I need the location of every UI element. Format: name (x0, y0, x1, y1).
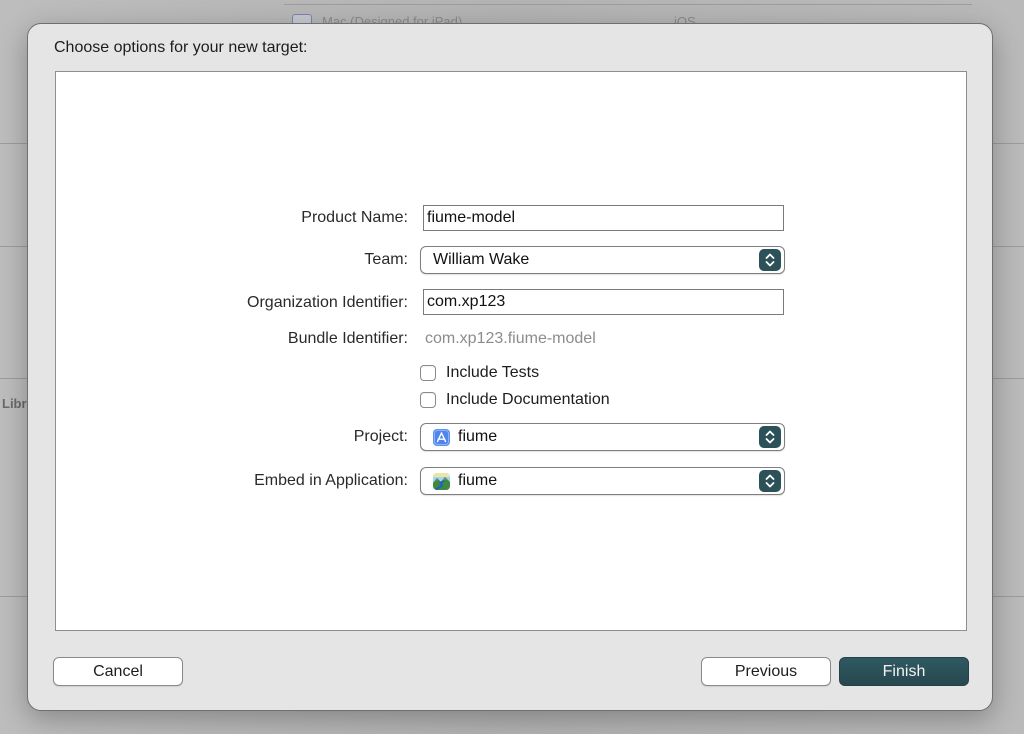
embed-in-application-label: Embed in Application: (254, 472, 408, 489)
previous-button[interactable]: Previous (701, 657, 831, 686)
include-documentation-checkbox-row[interactable]: Include Documentation (420, 389, 610, 411)
background-divider (0, 378, 27, 379)
options-panel: Product Name: Team: William Wake Organiz… (55, 71, 967, 631)
include-tests-checkbox-row[interactable]: Include Tests (420, 362, 539, 384)
background-divider (993, 143, 1024, 144)
app-icon-landscape (433, 473, 450, 490)
project-label: Project: (353, 428, 408, 445)
include-tests-label: Include Tests (446, 364, 540, 381)
embed-in-application-popup[interactable]: fiume (420, 467, 785, 495)
organization-identifier-field[interactable] (423, 289, 784, 315)
background-divider (993, 378, 1024, 379)
new-target-options-dialog: Choose options for your new target: Prod… (27, 23, 993, 711)
up-down-chevron-icon (759, 249, 781, 271)
cancel-button[interactable]: Cancel (53, 657, 183, 686)
bundle-identifier-label: Bundle Identifier: (287, 330, 408, 347)
up-down-chevron-icon (759, 470, 781, 492)
background-divider (0, 246, 27, 247)
project-popup[interactable]: fiume (420, 423, 785, 451)
product-name-label: Product Name: (301, 209, 408, 226)
up-down-chevron-icon (759, 426, 781, 448)
team-label: Team: (364, 251, 408, 268)
embed-in-application-selected-value: fiume (458, 472, 498, 489)
bundle-identifier-value: com.xp123.fiume-model (425, 330, 596, 347)
dialog-title: Choose options for your new target: (54, 39, 308, 56)
background-divider (0, 143, 27, 144)
background-divider (0, 596, 27, 597)
include-tests-checkbox[interactable] (420, 365, 436, 381)
product-name-field[interactable] (423, 205, 784, 231)
include-documentation-checkbox[interactable] (420, 392, 436, 408)
project-selected-value: fiume (458, 428, 498, 445)
background-side-label: Libr (2, 396, 27, 411)
background-divider (993, 596, 1024, 597)
background-divider (993, 246, 1024, 247)
include-documentation-label: Include Documentation (446, 391, 610, 408)
team-selected-value: William Wake (433, 251, 530, 268)
team-popup[interactable]: William Wake (420, 246, 785, 274)
organization-identifier-label: Organization Identifier: (247, 294, 408, 311)
xcode-project-icon (433, 429, 450, 446)
background-divider (284, 4, 972, 5)
finish-button[interactable]: Finish (839, 657, 969, 686)
